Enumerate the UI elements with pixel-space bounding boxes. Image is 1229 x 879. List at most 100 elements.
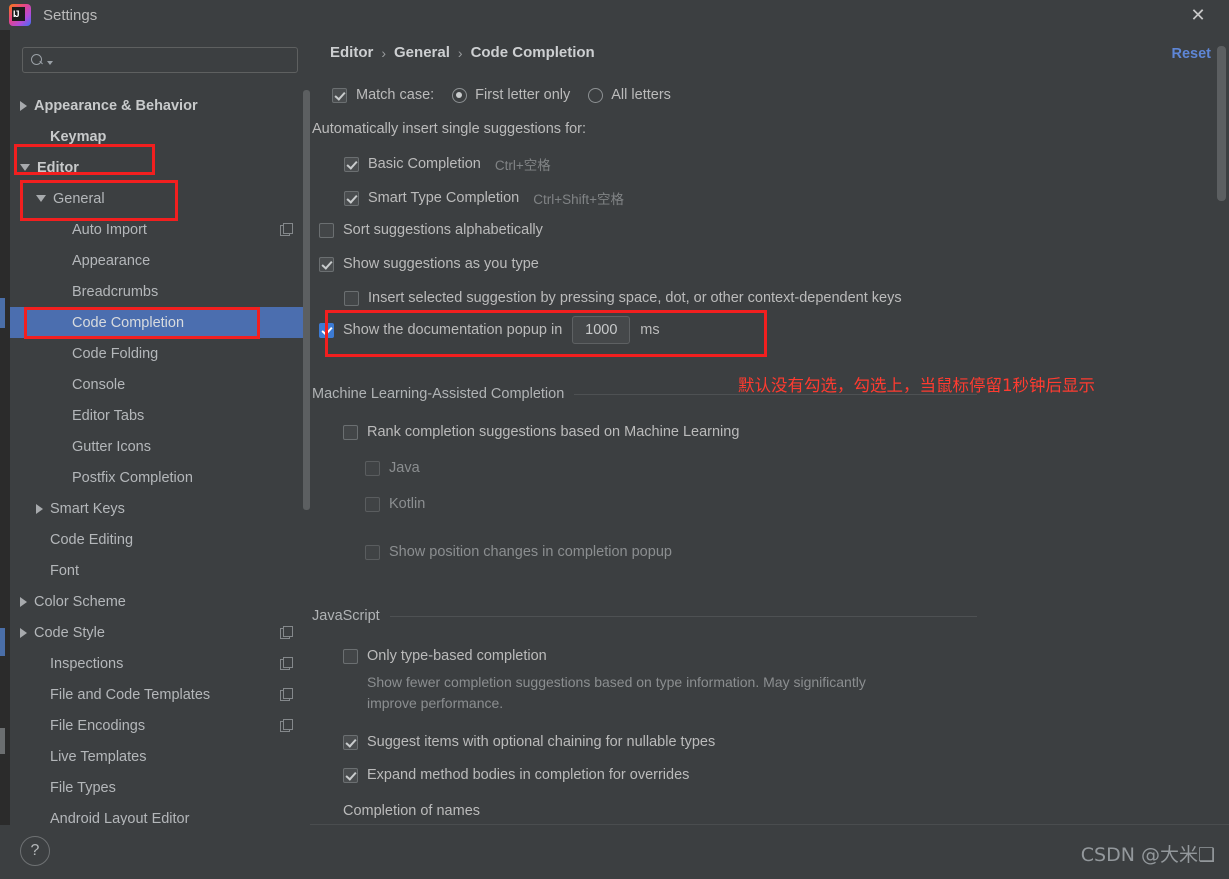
sidebar-item-code-style[interactable]: Code Style [10,617,310,648]
show-as-you-type-row: Show suggestions as you type [319,256,539,272]
search-box[interactable] [22,47,298,73]
basic-completion-row: Basic Completion Ctrl+空格 [344,154,551,174]
js-group-title: JavaScript [312,608,380,624]
js-optional-chaining-label[interactable]: Suggest items with optional chaining for… [367,734,715,750]
ml-java-checkbox[interactable] [365,460,380,476]
sidebar-item-editor[interactable]: Editor [10,152,310,183]
close-icon[interactable]: ✕ [1167,0,1229,30]
match-case-label: Match case: [356,87,435,103]
doc-popup-checkbox[interactable] [319,322,334,338]
sidebar-item-label: Code Style [34,624,105,641]
chevron-down-icon[interactable] [20,164,30,171]
js-only-type-label[interactable]: Only type-based completion [367,648,547,664]
annotation-note-text: 默认没有勾选，勾选上，当鼠标停留1秒钟后显示 [738,376,1095,395]
chevron-right-icon[interactable] [20,627,27,638]
ml-show-position-row: Show position changes in completion popu… [365,544,672,560]
intellij-idea-icon: IJ [9,4,31,26]
chevron-right-icon[interactable] [20,100,27,111]
help-button[interactable]: ? [20,836,50,866]
sidebar-item-breadcrumbs[interactable]: Breadcrumbs [10,276,310,307]
copy-settings-icon[interactable] [280,223,293,236]
all-letters-radio[interactable] [588,87,604,103]
js-expand-method-label[interactable]: Expand method bodies in completion for o… [367,767,689,783]
search-input[interactable] [53,52,297,68]
reset-link[interactable]: Reset [1172,46,1212,62]
settings-tree: Appearance & Behavior Keymap Editor General… [10,90,310,825]
ml-rank-label[interactable]: Rank completion suggestions based on Mac… [367,424,739,440]
chevron-right-icon[interactable] [36,503,43,514]
smart-type-completion-label[interactable]: Smart Type Completion [368,190,519,206]
sidebar-item-file-types[interactable]: File Types [10,772,310,803]
settings-main-panel: Editor › General › Code Completion Reset… [310,30,1229,825]
ml-show-position-label[interactable]: Show position changes in completion popu… [389,544,672,560]
dialog-footer: ? OK Cancel Apply CSDN @大米❑ [0,825,1229,879]
sidebar-item-file-encodings[interactable]: File Encodings [10,710,310,741]
ml-kotlin-label[interactable]: Kotlin [389,496,425,512]
sidebar-item-label: File and Code Templates [50,686,211,703]
js-only-type-hint: Show fewer completion suggestions based … [367,674,866,711]
copy-settings-icon[interactable] [280,657,293,670]
auto-insert-section-label: Automatically insert single suggestions … [312,121,586,137]
show-as-you-type-checkbox[interactable] [319,256,334,272]
ml-show-position-checkbox[interactable] [365,544,380,560]
match-case-checkbox[interactable] [332,87,347,103]
sort-alphabetically-label[interactable]: Sort suggestions alphabetically [343,222,543,238]
insert-selected-label[interactable]: Insert selected suggestion by pressing s… [368,290,902,306]
sort-alphabetically-checkbox[interactable] [319,222,334,238]
sidebar-item-general[interactable]: General [10,183,310,214]
sidebar-item-live-templates[interactable]: Live Templates [10,741,310,772]
js-expand-method-row: Expand method bodies in completion for o… [343,767,689,783]
sidebar-item-postfix-completion[interactable]: Postfix Completion [10,462,310,493]
sidebar-item-appearance-behavior[interactable]: Appearance & Behavior [10,90,310,121]
chevron-down-icon[interactable] [36,195,46,202]
js-completion-of-names-label: Completion of names [343,803,481,819]
sidebar-item-label: Code Folding [72,345,159,362]
sidebar-item-code-folding[interactable]: Code Folding [10,338,310,369]
copy-settings-icon[interactable] [280,626,293,639]
sidebar-scrollbar-thumb[interactable] [303,90,310,510]
ml-rank-checkbox[interactable] [343,424,358,440]
sidebar-item-label: Appearance [72,252,151,269]
copy-settings-icon[interactable] [280,719,293,732]
js-optional-chaining-checkbox[interactable] [343,734,358,750]
sidebar-item-keymap[interactable]: Keymap [10,121,310,152]
ml-kotlin-checkbox[interactable] [365,496,380,512]
smart-type-completion-checkbox[interactable] [344,190,359,206]
sidebar-item-code-completion[interactable]: Code Completion [10,307,310,338]
breadcrumb-item-editor[interactable]: Editor [330,44,373,61]
basic-completion-label[interactable]: Basic Completion [368,156,481,172]
sidebar-item-label: File Types [50,779,116,796]
sort-alphabetically-row: Sort suggestions alphabetically [319,222,543,238]
sidebar-item-console[interactable]: Console [10,369,310,400]
all-letters-label[interactable]: All letters [611,87,671,103]
sidebar-item-color-scheme[interactable]: Color Scheme [10,586,310,617]
js-optional-chaining-row: Suggest items with optional chaining for… [343,734,715,750]
sidebar-item-code-editing[interactable]: Code Editing [10,524,310,555]
main-scrollbar-thumb[interactable] [1217,46,1226,201]
doc-popup-unit-label: ms [640,322,660,338]
sidebar-item-label: Appearance & Behavior [34,97,198,114]
sidebar-item-inspections[interactable]: Inspections [10,648,310,679]
show-as-you-type-label[interactable]: Show suggestions as you type [343,256,539,272]
sidebar-item-appearance[interactable]: Appearance [10,245,310,276]
insert-selected-checkbox[interactable] [344,290,359,306]
copy-settings-icon[interactable] [280,688,293,701]
sidebar-item-auto-import[interactable]: Auto Import [10,214,310,245]
chevron-right-icon[interactable] [20,596,27,607]
settings-dialog: IJ Settings ✕ Appearance & Behavior Keyma… [0,0,1229,879]
sidebar-item-font[interactable]: Font [10,555,310,586]
ml-java-label[interactable]: Java [389,460,420,476]
breadcrumb-item-general[interactable]: General [394,44,450,61]
first-letter-only-label[interactable]: First letter only [475,87,570,103]
sidebar-item-label: Font [50,562,80,579]
first-letter-only-radio[interactable] [452,87,468,103]
basic-completion-checkbox[interactable] [344,156,359,172]
doc-popup-delay-input[interactable]: 1000 [572,316,631,344]
js-only-type-checkbox[interactable] [343,648,358,664]
sidebar-item-android-layout-editor[interactable]: Android Layout Editor [10,803,310,826]
js-expand-method-checkbox[interactable] [343,767,358,783]
sidebar-item-gutter-icons[interactable]: Gutter Icons [10,431,310,462]
sidebar-item-file-and-code-templates[interactable]: File and Code Templates [10,679,310,710]
sidebar-item-smart-keys[interactable]: Smart Keys [10,493,310,524]
sidebar-item-editor-tabs[interactable]: Editor Tabs [10,400,310,431]
